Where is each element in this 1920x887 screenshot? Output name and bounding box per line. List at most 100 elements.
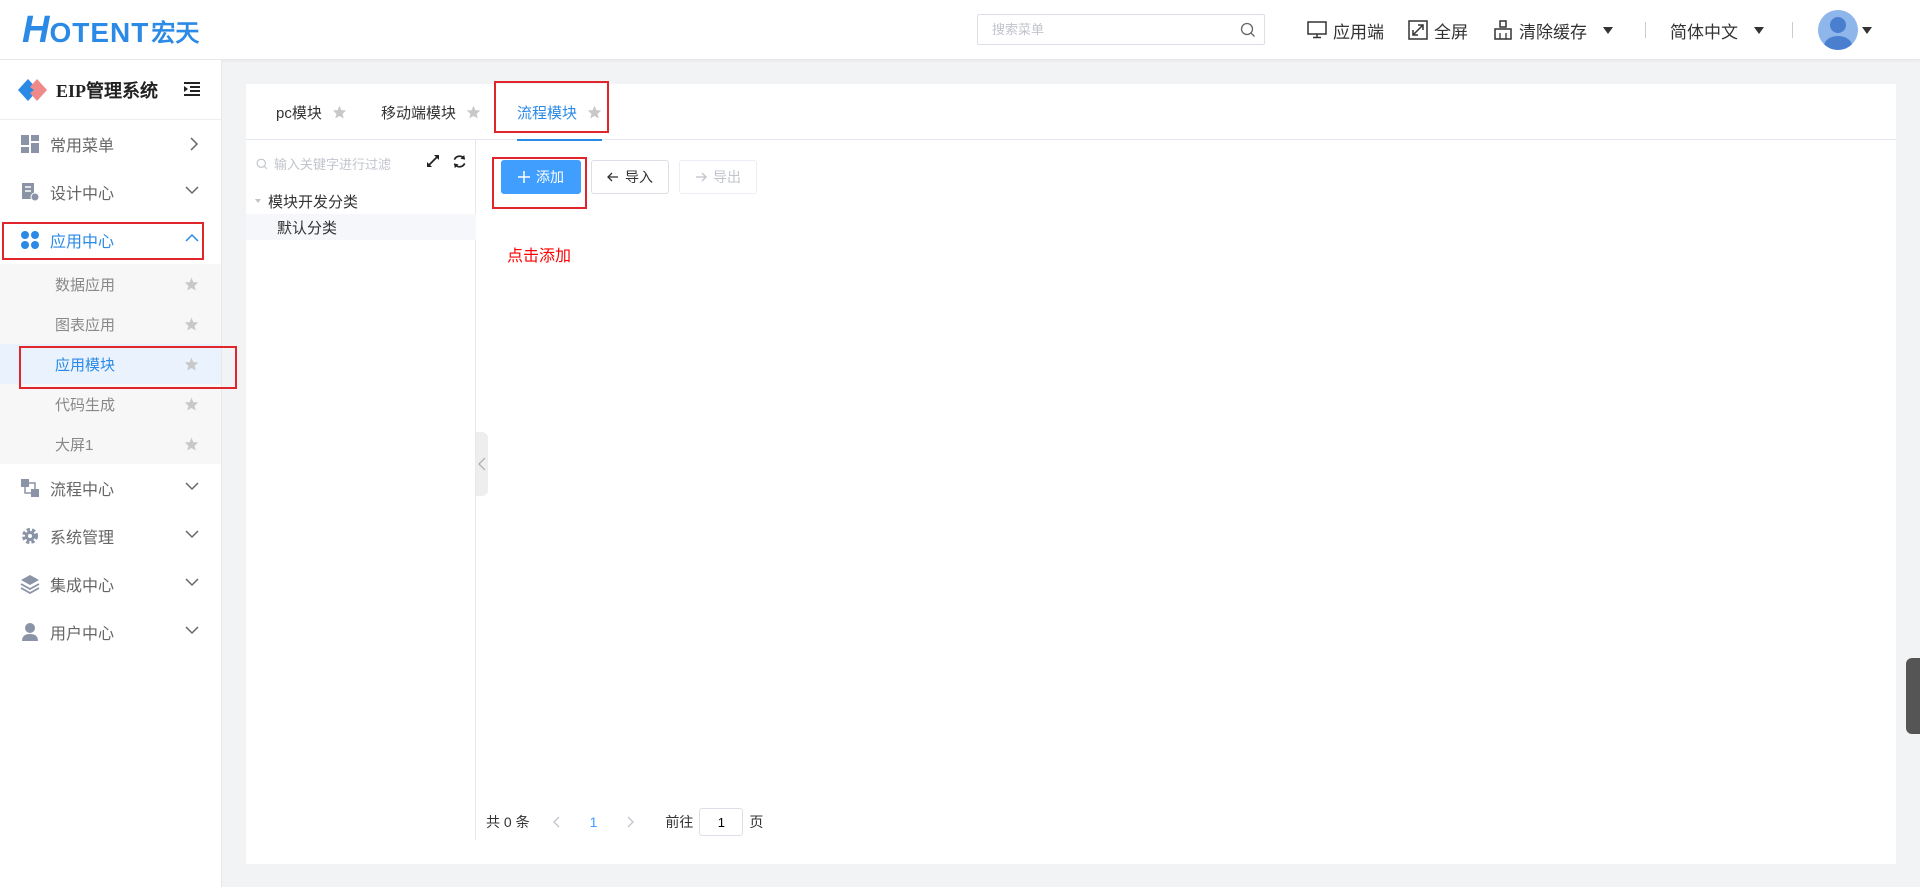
tab-flow-module[interactable]: 流程模块 (517, 84, 603, 141)
menu-search-input[interactable] (978, 15, 1228, 44)
tab-pc-module[interactable]: pc模块 (276, 84, 347, 140)
subitem-label: 应用模块 (55, 356, 116, 374)
chevron-left-icon (478, 457, 486, 471)
tab-mobile-module[interactable]: 移动端模块 (381, 84, 481, 140)
page-number[interactable]: 1 (590, 814, 598, 830)
gear-icon (22, 528, 38, 544)
sidebar-item-user-center[interactable]: 用户中心 (0, 608, 221, 656)
sidebar-subitem-app-module[interactable]: 应用模块 (0, 344, 221, 384)
header-divider (1792, 22, 1793, 38)
hotent-logo[interactable]: H OTENT 宏天 (22, 11, 199, 49)
monitor-icon (1307, 21, 1327, 39)
sidebar-item-label: 集成中心 (50, 578, 115, 595)
user-avatar[interactable] (1818, 10, 1858, 50)
subitem-label: 代码生成 (55, 396, 116, 414)
sidebar-item-label: 用户中心 (50, 626, 115, 643)
star-icon[interactable] (184, 277, 199, 291)
fullscreen-button[interactable]: 全屏 (1408, 18, 1468, 42)
expand-all-icon[interactable] (426, 154, 440, 168)
menu-search-box (977, 14, 1265, 45)
total-count: 共 0 条 (486, 814, 530, 830)
star-icon[interactable] (184, 317, 199, 331)
chevron-down-icon (185, 482, 199, 491)
arrow-right-icon (696, 172, 707, 182)
star-icon[interactable] (184, 357, 199, 371)
language-dropdown[interactable]: 简体中文 (1670, 18, 1764, 42)
sidebar: EIP管理系统 常用菜单 设计中心 应用中心 数据应用 图表应用 应用模块 代码… (0, 60, 222, 887)
subitem-label: 数据应用 (55, 276, 116, 294)
header-divider (1645, 22, 1646, 38)
sidebar-item-design-center[interactable]: 设计中心 (0, 168, 221, 216)
sidebar-subitem-big-screen[interactable]: 大屏1 (0, 424, 221, 464)
chevron-down-icon (185, 530, 199, 539)
caret-down-icon (255, 199, 261, 203)
tree-node-label: 默认分类 (277, 219, 338, 237)
tree-collapse-handle[interactable] (476, 432, 488, 496)
sidebar-item-label: 常用菜单 (50, 138, 115, 155)
sidebar-item-app-center[interactable]: 应用中心 (0, 216, 221, 264)
clear-cache-label: 清除缓存 (1519, 22, 1587, 42)
main-content: pc模块 移动端模块 流程模块 输入关键字进行过滤 模块开发分类 默认分类 添加… (246, 84, 1896, 864)
subitem-label: 图表应用 (55, 316, 116, 334)
expand-icon (1408, 20, 1428, 40)
prev-page-icon[interactable] (552, 816, 560, 828)
search-icon[interactable] (1240, 22, 1256, 38)
tree-filter-input[interactable]: 输入关键字进行过滤 (256, 154, 391, 173)
tree-node-default[interactable]: 默认分类 (246, 214, 476, 240)
sidebar-item-common-menu[interactable]: 常用菜单 (0, 120, 221, 168)
sidebar-item-integration-center[interactable]: 集成中心 (0, 560, 221, 608)
sidebar-item-label: 流程中心 (50, 482, 115, 499)
chevron-down-icon (185, 186, 199, 195)
star-icon[interactable] (466, 105, 481, 119)
star-icon[interactable] (184, 437, 199, 451)
goto-label: 前往 (665, 814, 694, 830)
category-tree-panel: 输入关键字进行过滤 模块开发分类 默认分类 (246, 140, 476, 840)
chevron-down-icon (185, 578, 199, 587)
app-end-label: 应用端 (1333, 22, 1384, 42)
subitem-label: 大屏1 (55, 436, 94, 454)
avatar-chevron-down-icon[interactable] (1862, 27, 1872, 34)
next-page-icon[interactable] (627, 816, 635, 828)
tab-label: pc模块 (276, 104, 322, 122)
design-doc-icon (22, 183, 40, 202)
module-tabs: pc模块 移动端模块 流程模块 (246, 84, 1896, 141)
add-label: 添加 (536, 169, 564, 185)
tree-node-root[interactable]: 模块开发分类 (246, 188, 476, 214)
dashboard-icon (21, 135, 39, 153)
layers-icon (20, 575, 40, 594)
star-icon[interactable] (587, 105, 602, 119)
sidebar-brand: EIP管理系统 (0, 60, 221, 120)
user-icon (22, 623, 38, 641)
sidebar-subitem-data-app[interactable]: 数据应用 (0, 264, 221, 304)
sidebar-item-system-admin[interactable]: 系统管理 (0, 512, 221, 560)
chevron-down-icon (1603, 26, 1613, 34)
tree-filter-placeholder: 输入关键字进行过滤 (274, 157, 392, 172)
app-end-button[interactable]: 应用端 (1307, 18, 1384, 42)
flow-icon (21, 479, 39, 497)
sidebar-item-label: 设计中心 (50, 186, 115, 203)
sidebar-item-label: 系统管理 (50, 530, 115, 547)
user-avatar-icon (1818, 10, 1858, 50)
star-icon[interactable] (184, 397, 199, 411)
sidebar-item-flow-center[interactable]: 流程中心 (0, 464, 221, 512)
side-float-widget[interactable] (1906, 658, 1920, 734)
tab-label: 流程模块 (517, 104, 578, 122)
language-label: 简体中文 (1670, 22, 1738, 42)
add-button[interactable]: 添加 (501, 160, 581, 194)
refresh-icon[interactable] (452, 154, 467, 169)
fullscreen-label: 全屏 (1434, 22, 1468, 42)
sidebar-subitem-code-gen[interactable]: 代码生成 (0, 384, 221, 424)
star-icon[interactable] (332, 105, 347, 119)
brand-title: EIP管理系统 (56, 80, 159, 101)
import-button[interactable]: 导入 (591, 160, 669, 194)
clear-cache-dropdown[interactable]: 清除缓存 (1493, 18, 1613, 42)
menu-fold-icon[interactable] (183, 81, 201, 97)
plus-icon (518, 171, 530, 183)
eip-logo-icon (18, 78, 47, 101)
chevron-down-icon (185, 626, 199, 635)
sidebar-subitem-chart-app[interactable]: 图表应用 (0, 304, 221, 344)
export-button[interactable]: 导出 (679, 160, 757, 194)
goto-page-input[interactable] (699, 808, 744, 836)
click-add-hint: 点击添加 (507, 248, 572, 265)
tree-node-label: 模块开发分类 (268, 193, 359, 211)
